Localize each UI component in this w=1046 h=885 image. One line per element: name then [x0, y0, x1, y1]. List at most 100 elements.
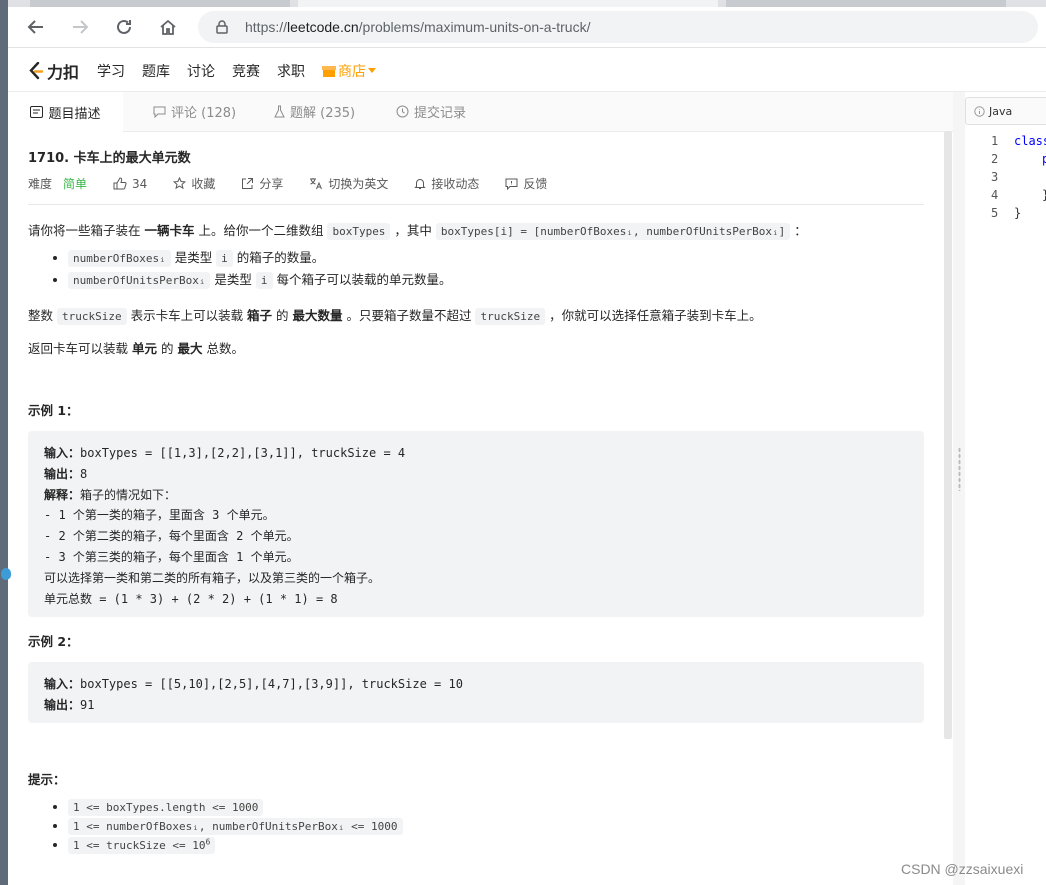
arrow-right-icon	[73, 20, 89, 34]
star-icon	[173, 177, 187, 190]
thumbs-up-icon	[113, 177, 127, 190]
code-line: p	[1042, 152, 1046, 166]
subscribe-button[interactable]: 接收动态	[414, 175, 479, 192]
line-number: 3	[991, 170, 999, 184]
site-logo[interactable]: 力扣	[28, 59, 79, 83]
browser-tab[interactable]	[298, 0, 718, 7]
line-number: 4	[991, 188, 999, 202]
caret-down-icon	[368, 68, 376, 73]
home-icon	[160, 19, 176, 35]
code-line: class	[1014, 134, 1046, 148]
paragraph-trucksize: 整数 truckSize 表示卡车上可以装载 箱子 的 最大数量 。只要箱子数量…	[28, 308, 762, 325]
favorite-button[interactable]: 收藏	[173, 175, 215, 192]
example-2-block: 输入：boxTypes = [[5,10],[2,5],[4,7],[3,9]]…	[28, 662, 924, 723]
favorite-label: 收藏	[191, 177, 216, 191]
browser-tab-strip	[8, 0, 1046, 7]
home-button[interactable]	[156, 15, 180, 39]
difficulty-label: 难度	[28, 177, 53, 191]
line-number: 5	[991, 206, 999, 220]
code-line: }	[1014, 206, 1022, 220]
paragraph-intro: 请你将一些箱子装在 一辆卡车 上。给你一个二维数组 boxTypes ，其中 b…	[28, 223, 807, 240]
address-bar-row: https://leetcode.cn/problems/maximum-uni…	[8, 7, 1046, 48]
list-item: 1 <= truckSize <= 106	[68, 837, 403, 854]
browser-tab[interactable]	[30, 0, 290, 7]
line-number: 1	[991, 134, 999, 148]
slider-knob[interactable]	[1, 568, 11, 580]
language-select[interactable]: Java	[965, 97, 1046, 125]
share-button[interactable]: 分享	[241, 175, 283, 192]
bell-icon	[414, 179, 427, 189]
switch-english-label: 切换为英文	[328, 177, 389, 191]
lock-icon	[216, 20, 228, 34]
reload-button[interactable]	[112, 15, 136, 39]
code-line: }	[1042, 188, 1046, 202]
description-scrollbar[interactable]	[944, 131, 952, 739]
tab-label: 题目描述	[48, 106, 101, 122]
url-field[interactable]: https://leetcode.cn/problems/maximum-uni…	[198, 11, 1038, 43]
type-list: numberOfBoxesᵢ 是类型 i 的箱子的数量。 numberOfUni…	[50, 247, 452, 289]
share-label: 分享	[259, 177, 284, 191]
line-number: 2	[991, 152, 999, 166]
switch-english-button[interactable]: 切换为英文	[309, 175, 388, 192]
clock-icon	[396, 105, 409, 118]
arrow-left-icon	[27, 20, 43, 34]
problem-tabs: 题目描述 评论 (128) 题解 (235) 提交记录	[8, 92, 953, 132]
tab-submissions[interactable]: 提交记录	[396, 92, 466, 131]
list-item: 1 <= numberOfBoxesᵢ, numberOfUnitsPerBox…	[68, 818, 403, 835]
feedback-icon	[505, 178, 518, 190]
main-nav: 学习 题库 讨论 竞赛 求职 商店	[97, 61, 376, 81]
reload-icon	[117, 19, 131, 34]
leetcode-logo-icon	[29, 62, 44, 80]
nav-item-contest[interactable]: 竞赛	[232, 61, 260, 81]
tab-label: 评论 (128)	[171, 106, 237, 121]
feedback-button[interactable]: 反馈	[505, 175, 547, 192]
paragraph-return: 返回卡车可以装载 单元 的 最大 总数。	[28, 341, 244, 356]
nav-item-discuss[interactable]: 讨论	[187, 61, 215, 81]
difficulty: 难度 简单	[28, 175, 87, 192]
nav-item-problems[interactable]: 题库	[142, 61, 170, 81]
translate-icon	[310, 178, 323, 190]
hints-title: 提示：	[28, 772, 66, 787]
tab-description[interactable]: 题目描述	[8, 92, 123, 132]
feedback-label: 反馈	[523, 177, 548, 191]
constraints-list: 1 <= boxTypes.length <= 1000 1 <= number…	[50, 799, 403, 854]
like-count: 34	[132, 176, 148, 191]
drag-grip-icon[interactable]	[958, 447, 961, 491]
watermark: CSDN @zzsaixuexi	[901, 861, 1024, 877]
code-editor-pane: Java 1 2 3 4 5 class p } }	[965, 92, 1046, 885]
difficulty-value: 简单	[63, 177, 88, 191]
list-item: numberOfUnitsPerBoxᵢ 是类型 i 每个箱子可以装载的单元数量…	[68, 269, 452, 289]
url-text: https://leetcode.cn/problems/maximum-uni…	[245, 19, 591, 35]
back-button[interactable]	[24, 15, 48, 39]
tab-label: 提交记录	[414, 106, 467, 121]
browser-tab[interactable]	[726, 0, 1006, 7]
language-label: Java	[989, 104, 1013, 118]
example-2-title: 示例 2：	[28, 634, 79, 649]
comment-icon	[153, 106, 166, 118]
nav-item-shop[interactable]: 商店	[322, 61, 376, 81]
nav-item-learn[interactable]: 学习	[97, 61, 125, 81]
description-icon	[30, 106, 44, 118]
logo-text: 力扣	[47, 63, 80, 82]
site-header: 力扣 学习 题库 讨论 竞赛 求职 商店	[8, 48, 1046, 92]
list-item: 1 <= boxTypes.length <= 1000	[68, 799, 403, 816]
share-icon	[242, 178, 254, 189]
tab-comments[interactable]: 评论 (128)	[153, 92, 236, 131]
problem-meta-bar: 难度 简单 34 收藏 分享 切换为英文 接收动态 反馈	[28, 175, 573, 192]
nav-item-jobs[interactable]: 求职	[277, 61, 305, 81]
shop-label: 商店	[338, 64, 366, 80]
example-1-block: 输入：boxTypes = [[1,3],[2,2],[3,1]], truck…	[28, 431, 924, 617]
store-icon	[322, 65, 336, 77]
subscribe-label: 接收动态	[431, 177, 480, 191]
list-item: numberOfBoxesᵢ 是类型 i 的箱子的数量。	[68, 247, 452, 267]
like-button[interactable]: 34	[113, 177, 147, 191]
flask-icon	[274, 105, 285, 118]
divider	[28, 204, 924, 205]
forward-button[interactable]	[68, 15, 92, 39]
tab-solutions[interactable]: 题解 (235)	[274, 92, 355, 131]
problem-title: 1710. 卡车上的最大单元数	[28, 151, 191, 166]
example-1-title: 示例 1：	[28, 403, 79, 418]
tab-label: 题解 (235)	[290, 106, 356, 121]
taskbar-strip	[0, 0, 11, 885]
info-icon	[974, 105, 985, 117]
